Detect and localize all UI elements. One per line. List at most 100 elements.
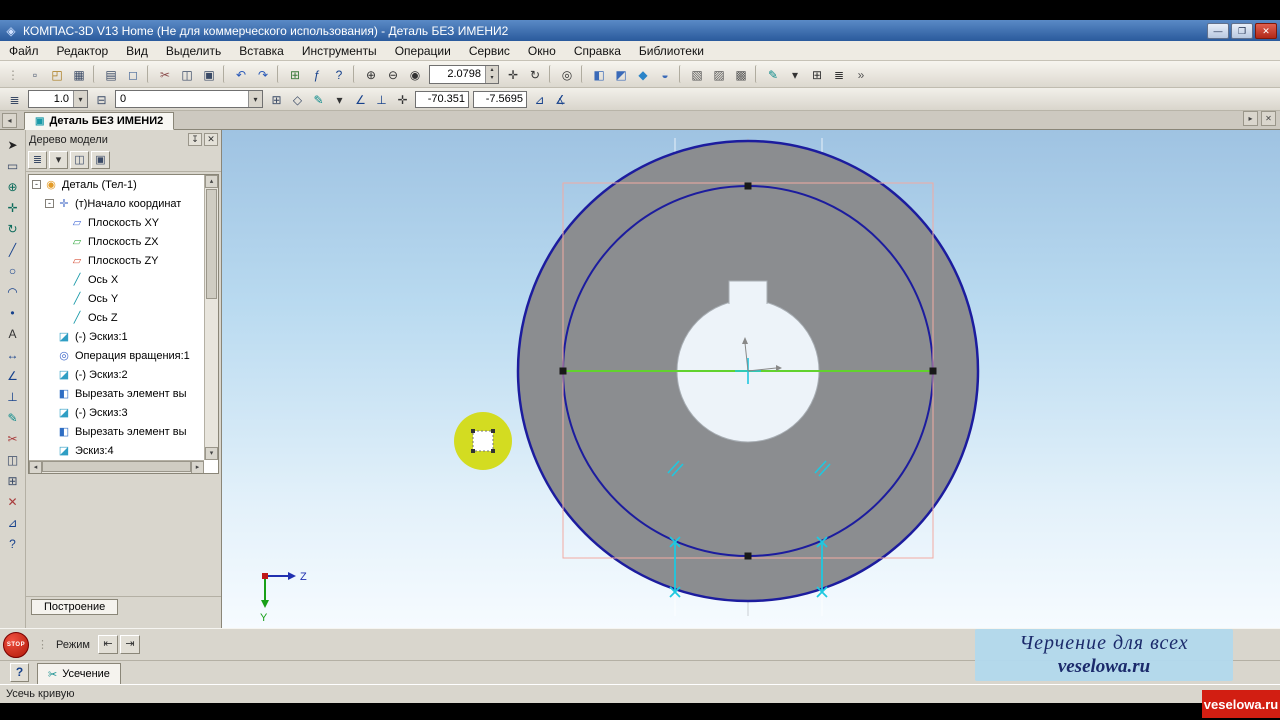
menu-item[interactable]: Инструменты (293, 42, 386, 60)
point-tool-icon[interactable]: • (2, 303, 23, 323)
tree-item[interactable]: ◪ (-) Эскиз:2 (29, 365, 204, 384)
tree-display-icon[interactable]: ≣ (28, 151, 47, 169)
hidden-lines-icon[interactable]: ▨ (709, 64, 729, 84)
undo-icon[interactable]: ↶ (231, 64, 251, 84)
stop-button[interactable]: STOP (3, 631, 29, 658)
scroll-right-icon[interactable]: ▸ (191, 461, 204, 473)
view-orientation-icon[interactable]: ◒ (655, 64, 675, 84)
tree-dropdown-icon[interactable]: ▾ (49, 151, 68, 169)
measure-angle-icon[interactable]: ∡ (551, 90, 570, 108)
arc-tool-icon[interactable]: ◠ (2, 282, 23, 302)
tree-item[interactable]: ◪ (-) Эскиз:1 (29, 327, 204, 346)
separator[interactable] (93, 65, 97, 83)
expand-toggle[interactable]: - (45, 199, 54, 208)
menu-item[interactable]: Сервис (460, 42, 519, 60)
sketch-mode-icon[interactable]: ✎ (763, 64, 783, 84)
coordinate-x-field[interactable]: -70.351 (415, 90, 469, 108)
snap-icon[interactable]: ✛ (393, 90, 412, 108)
menu-item[interactable]: Вставка (230, 42, 293, 60)
preview-icon[interactable]: ◻ (123, 64, 143, 84)
minimize-button[interactable]: — (1207, 22, 1229, 39)
tree-item[interactable]: ▱ Плоскость XY (29, 213, 204, 232)
select-tool-icon[interactable]: ➤ (2, 135, 23, 155)
toolbar-grip[interactable]: ⋮ (3, 64, 23, 84)
menu-item[interactable]: Выделить (157, 42, 230, 60)
layer-combo[interactable]: 0 ▾ (115, 90, 263, 108)
table-icon[interactable]: ⊞ (285, 64, 305, 84)
dropdown-arrow-icon[interactable]: ▾ (330, 90, 349, 108)
tree-item[interactable]: - ✛ (т)Начало координат (29, 194, 204, 213)
drawing-canvas[interactable]: Z Y (222, 130, 1280, 628)
fx-icon[interactable]: ƒ (307, 64, 327, 84)
rounding-icon[interactable]: ◇ (288, 90, 307, 108)
redo-icon[interactable]: ↷ (253, 64, 273, 84)
help-button[interactable]: ? (10, 663, 29, 682)
panel-close-icon[interactable]: ✕ (204, 133, 218, 146)
zoom-spinner[interactable]: ▴ ▾ (485, 65, 498, 83)
tree-item[interactable]: ◪ Эскиз:4 (29, 441, 204, 460)
circle-tool-icon[interactable]: ○ (2, 261, 23, 281)
menu-item[interactable]: Операции (386, 42, 460, 60)
menu-item[interactable]: Файл (0, 42, 48, 60)
ortho-icon[interactable]: ⊥ (372, 90, 391, 108)
scroll-up-icon[interactable]: ▴ (205, 175, 218, 188)
model-view[interactable]: Z Y (222, 130, 1280, 628)
tree-item[interactable]: ╱ Ось Z (29, 308, 204, 327)
menu-item[interactable]: Справка (565, 42, 630, 60)
print-icon[interactable]: ▤ (101, 64, 121, 84)
save-icon[interactable]: ▦ (69, 64, 89, 84)
line-width-combo[interactable]: 1.0 ▾ (28, 90, 88, 108)
view-iso-icon[interactable]: ◆ (633, 64, 653, 84)
close-button[interactable]: ✕ (1255, 22, 1277, 39)
marquee-tool-icon[interactable]: ▭ (2, 156, 23, 176)
pan-icon[interactable]: ✛ (503, 64, 523, 84)
scroll-down-icon[interactable]: ▾ (205, 447, 218, 460)
view-front-icon[interactable]: ◧ (589, 64, 609, 84)
separator[interactable] (223, 65, 227, 83)
line-tool-icon[interactable]: ╱ (2, 240, 23, 260)
text-tool-icon[interactable]: A (2, 324, 23, 344)
keyway-notch[interactable] (728, 280, 768, 304)
scroll-left-icon[interactable]: ◂ (29, 461, 42, 473)
triangle-icon[interactable]: ⊿ (530, 90, 549, 108)
mirror-tool-icon[interactable]: ◫ (2, 450, 23, 470)
tab-detail[interactable]: ▣ Деталь БЕЗ ИМЕНИ2 (24, 112, 175, 130)
mode-next-icon[interactable]: ⇥ (119, 635, 140, 654)
separator[interactable] (755, 65, 759, 83)
maximize-button[interactable]: ❐ (1231, 22, 1253, 39)
pan-tool-icon[interactable]: ✛ (2, 198, 23, 218)
zoom-tool-icon[interactable]: ⊕ (2, 177, 23, 197)
handle-left[interactable] (559, 367, 567, 375)
view-top-icon[interactable]: ◩ (611, 64, 631, 84)
paste-icon[interactable]: ▣ (199, 64, 219, 84)
cut-icon[interactable]: ✂ (155, 64, 175, 84)
tree-item[interactable]: ▱ Плоскость ZY (29, 251, 204, 270)
array-tool-icon[interactable]: ⊞ (2, 471, 23, 491)
mode-prev-icon[interactable]: ⇤ (97, 635, 118, 654)
pencil-icon[interactable]: ✎ (309, 90, 328, 108)
tree-item[interactable]: ╱ Ось Y (29, 289, 204, 308)
menu-item[interactable]: Библиотеки (630, 42, 713, 60)
zoom-combo[interactable]: 2.0798 ▴ ▾ (429, 64, 499, 84)
menu-item[interactable]: Редактор (48, 42, 118, 60)
rotate-tool-icon[interactable]: ↻ (2, 219, 23, 239)
tab-scroll-right-icon[interactable]: ▸ (1243, 111, 1258, 126)
handle-right[interactable] (929, 367, 937, 375)
separator[interactable] (277, 65, 281, 83)
tree-item[interactable]: ◧ Вырезать элемент вы (29, 384, 204, 403)
dropdown-icon[interactable]: ▾ (73, 91, 87, 107)
new-icon[interactable]: ▫ (25, 64, 45, 84)
tree-item[interactable]: ◧ Вырезать элемент вы (29, 422, 204, 441)
rotate-icon[interactable]: ↻ (525, 64, 545, 84)
shaded-icon[interactable]: ▩ (731, 64, 751, 84)
dimension-tool-icon[interactable]: ↔ (2, 345, 23, 365)
perpendicular-tool-icon[interactable]: ⊥ (2, 387, 23, 407)
angle-tool-icon[interactable]: ∠ (2, 366, 23, 386)
layer-settings-icon[interactable]: ⊟ (92, 90, 111, 108)
tree-relations-icon[interactable]: ▣ (91, 151, 110, 169)
zoom-out-icon[interactable]: ⊖ (383, 64, 403, 84)
overflow-icon[interactable]: » (851, 64, 871, 84)
tree-item[interactable]: ◎ Операция вращения:1 (29, 346, 204, 365)
expand-toggle[interactable]: - (32, 180, 41, 189)
zoom-fit-icon[interactable]: ◎ (557, 64, 577, 84)
